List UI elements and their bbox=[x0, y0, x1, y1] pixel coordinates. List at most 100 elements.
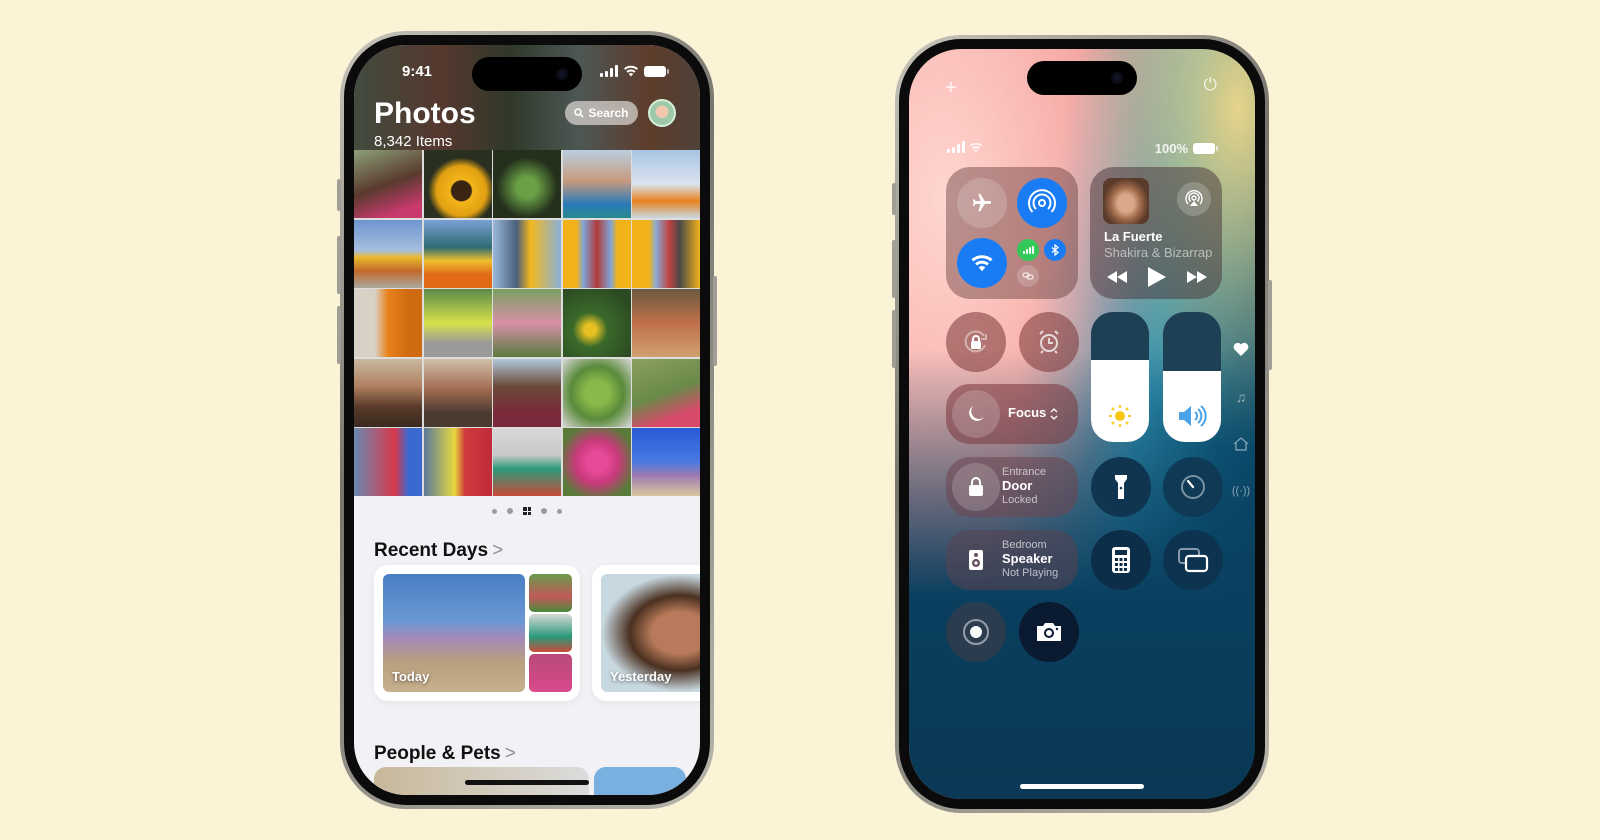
photo-tile[interactable] bbox=[493, 358, 561, 427]
photo-tile[interactable] bbox=[632, 289, 700, 357]
home-indicator[interactable] bbox=[1020, 784, 1144, 789]
search-label: Search bbox=[588, 106, 629, 120]
alarm-clock-icon bbox=[1039, 330, 1059, 354]
photo-tile[interactable] bbox=[423, 428, 492, 496]
photo-tile[interactable] bbox=[354, 358, 422, 427]
photo-tile[interactable] bbox=[493, 289, 561, 357]
screen-mirroring-button[interactable] bbox=[1163, 530, 1223, 590]
calculator-icon bbox=[1112, 547, 1130, 573]
speaker-icon-wrap bbox=[952, 536, 1000, 584]
wifi-icon bbox=[969, 142, 983, 152]
photo-tile[interactable] bbox=[562, 150, 631, 218]
tile-subtitle: Entrance bbox=[1002, 466, 1047, 478]
bluetooth-toggle[interactable] bbox=[1044, 239, 1066, 261]
photo-tile[interactable] bbox=[493, 428, 561, 496]
brightness-slider[interactable] bbox=[1091, 312, 1149, 442]
hotspot-toggle[interactable] bbox=[1017, 265, 1039, 287]
battery-full-icon bbox=[644, 65, 669, 77]
recent-day-card-yesterday[interactable]: Yesterday bbox=[592, 565, 700, 701]
chevron-right-icon: > bbox=[492, 540, 504, 561]
home-indicator[interactable] bbox=[465, 780, 589, 785]
timer-button[interactable] bbox=[1163, 457, 1223, 517]
calculator-button[interactable] bbox=[1091, 530, 1151, 590]
recent-day-card-today[interactable]: Today bbox=[374, 565, 580, 701]
camera-button[interactable] bbox=[1019, 602, 1079, 662]
lock-icon-wrap bbox=[952, 463, 1000, 511]
sun-icon bbox=[1109, 405, 1131, 427]
page-dot[interactable] bbox=[557, 508, 562, 514]
lock-icon bbox=[969, 477, 983, 496]
home-icon[interactable] bbox=[1231, 437, 1251, 454]
dynamic-island bbox=[1027, 61, 1137, 95]
page-dot[interactable] bbox=[541, 508, 547, 514]
cellular-icon bbox=[1022, 246, 1034, 254]
avatar[interactable] bbox=[648, 99, 676, 127]
tile-status: Locked bbox=[1002, 494, 1038, 506]
photo-tile[interactable] bbox=[632, 150, 700, 218]
rewind-icon[interactable] bbox=[1107, 271, 1127, 283]
photo-tile[interactable] bbox=[354, 428, 422, 496]
page-dots[interactable] bbox=[354, 507, 700, 515]
card-thumb bbox=[529, 614, 572, 652]
cellular-toggle[interactable] bbox=[1017, 239, 1039, 261]
alarm-toggle[interactable] bbox=[1019, 312, 1079, 372]
airplane-mode-toggle[interactable] bbox=[957, 178, 1007, 228]
dynamic-island bbox=[472, 57, 582, 91]
wireless-icon[interactable]: ((·)) bbox=[1231, 485, 1251, 497]
play-icon[interactable] bbox=[1148, 267, 1166, 287]
photo-tile[interactable] bbox=[354, 219, 422, 288]
rotation-lock-icon bbox=[964, 330, 987, 353]
grid-view-icon[interactable] bbox=[523, 507, 531, 515]
wifi-toggle[interactable] bbox=[957, 238, 1007, 288]
photo-tile[interactable] bbox=[562, 289, 631, 357]
photo-tile[interactable] bbox=[562, 428, 631, 496]
add-control-icon[interactable]: + bbox=[945, 77, 957, 100]
orientation-lock-toggle[interactable] bbox=[946, 312, 1006, 372]
page-dot[interactable] bbox=[507, 508, 513, 514]
airplane-icon bbox=[972, 193, 992, 212]
moon-icon bbox=[969, 406, 984, 421]
airdrop-toggle[interactable] bbox=[1017, 178, 1067, 228]
cellular-bars-icon bbox=[600, 65, 618, 77]
fast-forward-icon[interactable] bbox=[1187, 271, 1207, 283]
photo-tile[interactable] bbox=[562, 219, 631, 288]
flashlight-button[interactable] bbox=[1091, 457, 1151, 517]
volume-slider[interactable] bbox=[1163, 312, 1221, 442]
person-card[interactable] bbox=[594, 767, 686, 795]
photo-tile[interactable] bbox=[632, 428, 700, 496]
page-dot[interactable] bbox=[492, 508, 497, 514]
music-note-icon[interactable]: ♫ bbox=[1231, 389, 1251, 405]
iphone-control-center: + ⏻ 100% La Fuerte Shakira & Bizarrap Fo… bbox=[892, 35, 1272, 813]
focus-button[interactable]: Focus bbox=[946, 384, 1078, 444]
photo-tile[interactable] bbox=[423, 358, 492, 427]
speaker-tile[interactable]: Bedroom Speaker Not Playing bbox=[946, 530, 1078, 590]
photo-tile[interactable] bbox=[354, 150, 422, 218]
people-pets-title: People & Pets bbox=[374, 743, 501, 764]
heart-icon[interactable] bbox=[1231, 342, 1251, 359]
airplay-button[interactable] bbox=[1177, 182, 1211, 216]
photo-tile[interactable] bbox=[493, 150, 561, 218]
recent-days-header[interactable]: Recent Days > bbox=[374, 540, 503, 562]
photo-tile[interactable] bbox=[423, 289, 492, 357]
item-count: 8,342 Items bbox=[374, 133, 453, 150]
control-center-screen: + ⏻ 100% La Fuerte Shakira & Bizarrap Fo… bbox=[909, 49, 1255, 799]
screen-record-button[interactable] bbox=[946, 602, 1006, 662]
battery-percent: 100% bbox=[1154, 141, 1188, 156]
card-label: Today bbox=[392, 669, 430, 684]
power-icon[interactable]: ⏻ bbox=[1204, 75, 1217, 95]
photo-tile[interactable] bbox=[562, 358, 631, 427]
card-thumb bbox=[529, 574, 572, 612]
photo-tile[interactable] bbox=[423, 150, 492, 218]
people-pets-header[interactable]: People & Pets > bbox=[374, 743, 516, 765]
photo-tile[interactable] bbox=[632, 358, 700, 427]
volume-down-button bbox=[337, 306, 341, 364]
photo-tile[interactable] bbox=[632, 219, 700, 288]
photo-tile[interactable] bbox=[423, 219, 492, 288]
speaker-icon bbox=[969, 550, 983, 570]
door-lock-tile[interactable]: Entrance Door Locked bbox=[946, 457, 1078, 517]
photo-tile[interactable] bbox=[493, 219, 561, 288]
album-artwork[interactable] bbox=[1103, 178, 1149, 224]
iphone-photos-app: 9:41 Photos 8,342 Items Search Recent Da… bbox=[337, 31, 717, 809]
search-button[interactable]: Search bbox=[565, 101, 638, 125]
photo-tile[interactable] bbox=[354, 289, 422, 357]
